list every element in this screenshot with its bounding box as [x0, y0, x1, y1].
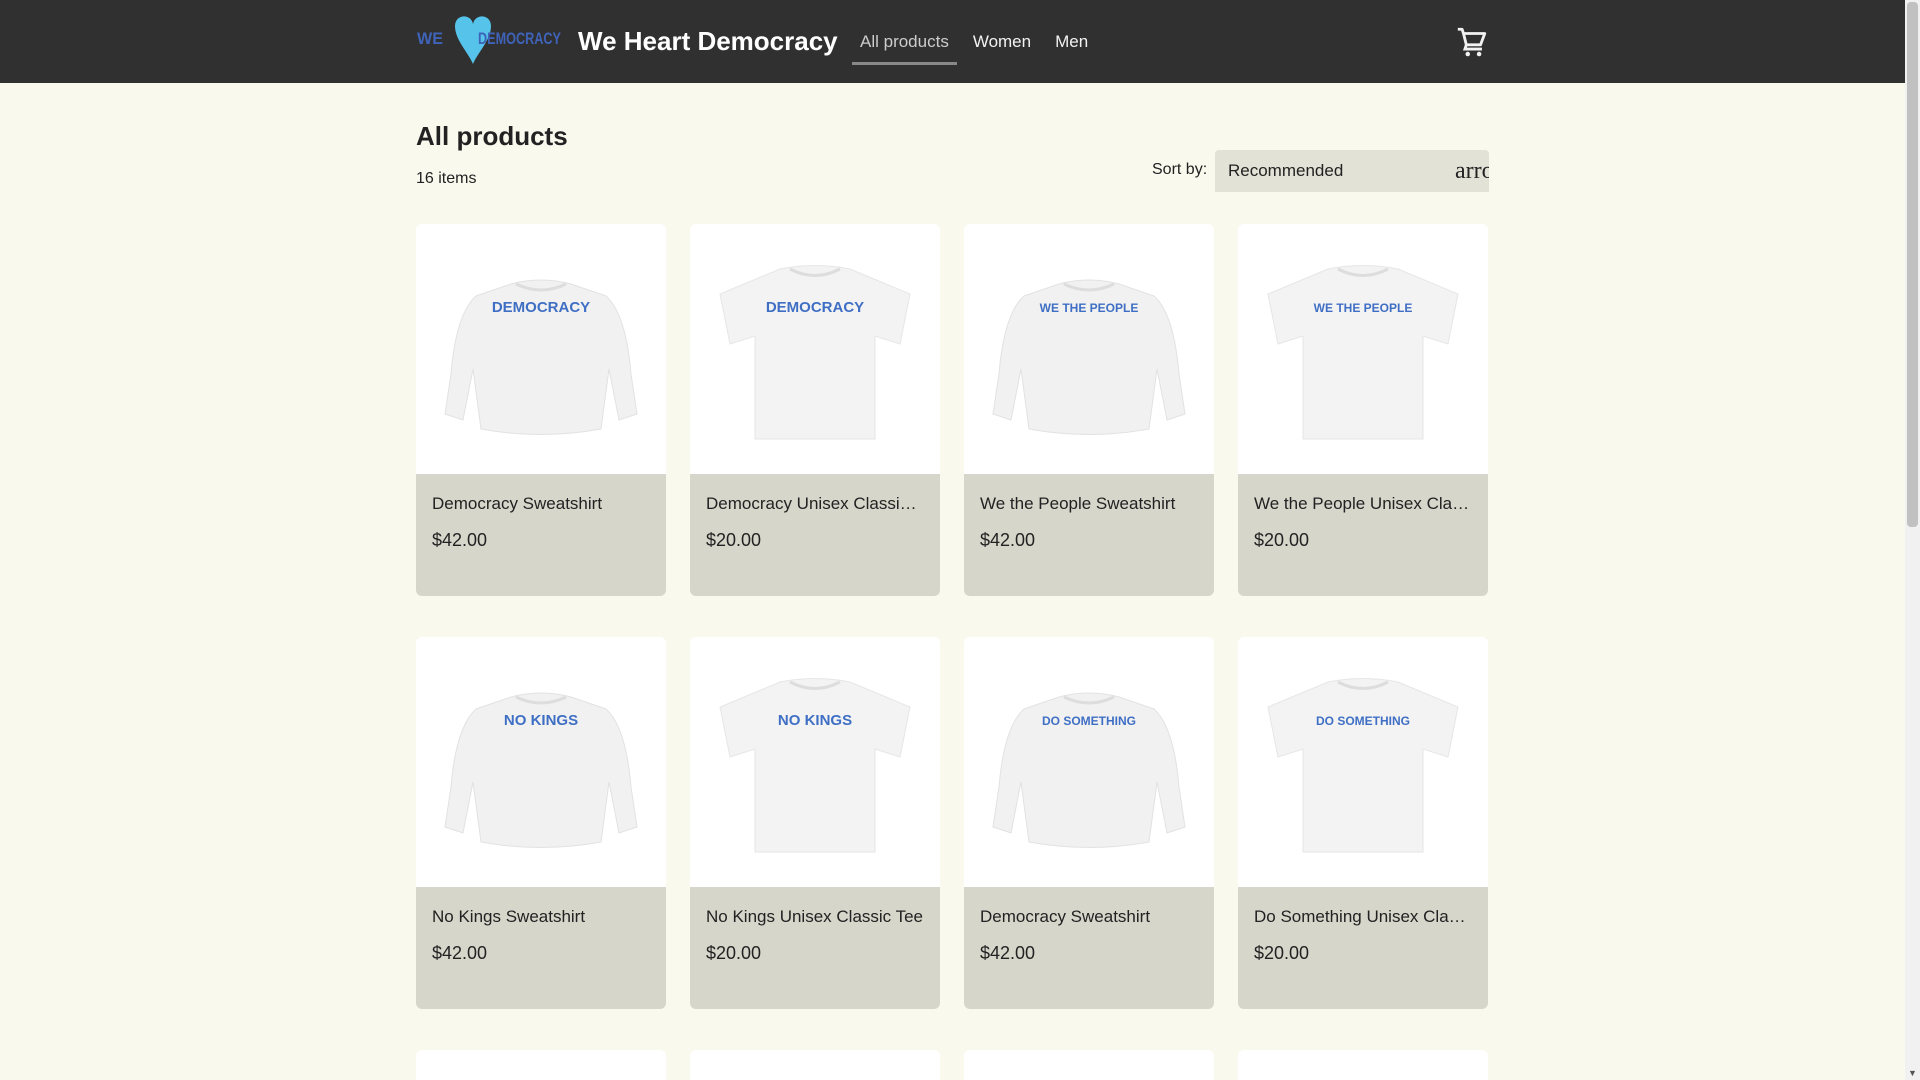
product-name[interactable]: We the People Sweatshirt [980, 494, 1198, 514]
scrollbar-thumb[interactable] [1907, 2, 1918, 527]
site-header: WE DEMOCRACY We Heart Democracy All prod… [0, 0, 1905, 83]
product-print-text: NO KINGS [504, 712, 578, 729]
product-info: No Kings Sweatshirt $42.00 [416, 887, 666, 1009]
nav-men[interactable]: Men [1047, 28, 1096, 65]
shopping-cart-icon[interactable] [1455, 25, 1489, 59]
product-image[interactable]: DEMOCRACY [416, 224, 666, 474]
logo-text-right: DEMOCRACY [478, 29, 561, 48]
product-card[interactable] [1238, 1050, 1488, 1080]
product-image[interactable]: WE THE PEOPLE [964, 224, 1214, 474]
product-card[interactable] [690, 1050, 940, 1080]
product-price: $42.00 [980, 530, 1036, 550]
product-info: Do Something Unisex Classic Tee $20.00 [1238, 887, 1488, 1009]
scroll-down-arrow[interactable]: ▼ [1908, 1068, 1917, 1078]
main-nav: All products Women Men [852, 28, 1104, 65]
product-card[interactable]: DO SOMETHING Democracy Sweatshirt $42.00 [964, 637, 1214, 1009]
product-price: $42.00 [432, 530, 488, 550]
product-name[interactable]: Democracy Unisex Classic Tee [706, 494, 924, 514]
product-card[interactable] [964, 1050, 1214, 1080]
product-price: $42.00 [432, 943, 488, 963]
logo[interactable]: WE DEMOCRACY [416, 16, 562, 66]
product-print-text: DEMOCRACY [492, 299, 590, 316]
brand-name[interactable]: We Heart Democracy [578, 26, 838, 57]
product-grid: DEMOCRACY Democracy Sweatshirt $42.00 DEMO… [416, 224, 1490, 1080]
product-info: Democracy Sweatshirt $42.00 [964, 887, 1214, 1009]
product-name[interactable]: We the People Unisex Classic Tee [1254, 494, 1472, 514]
product-price: $20.00 [706, 530, 762, 550]
product-name[interactable]: No Kings Sweatshirt [432, 907, 650, 927]
product-name[interactable]: Do Something Unisex Classic Tee [1254, 907, 1472, 927]
product-info: We the People Sweatshirt $42.00 [964, 474, 1214, 596]
product-info: Democracy Unisex Classic Tee $20.00 [690, 474, 940, 596]
product-print-text: DO SOMETHING [1042, 714, 1136, 728]
product-price: $42.00 [980, 943, 1036, 963]
product-info: No Kings Unisex Classic Tee $20.00 [690, 887, 940, 1009]
logo-text-left: WE [417, 29, 443, 48]
sort-select[interactable]: Recommended arrow_drop_down [1215, 150, 1489, 192]
sort-value: Recommended [1228, 161, 1344, 180]
product-price: $20.00 [1254, 530, 1310, 550]
product-image[interactable]: DO SOMETHING [1238, 637, 1488, 887]
product-card[interactable]: NO KINGS No Kings Unisex Classic Tee $20.… [690, 637, 940, 1009]
product-info: We the People Unisex Classic Tee $20.00 [1238, 474, 1488, 596]
product-image[interactable]: WE THE PEOPLE [1238, 224, 1488, 474]
product-card[interactable]: NO KINGS No Kings Sweatshirt $42.00 [416, 637, 666, 1009]
item-count: 16 items [416, 170, 477, 187]
product-print-text: WE THE PEOPLE [1040, 301, 1139, 315]
product-card[interactable] [416, 1050, 666, 1080]
product-card[interactable]: WE THE PEOPLE We the People Sweatshirt $4… [964, 224, 1214, 596]
product-print-text: DEMOCRACY [766, 299, 864, 316]
product-print-text: WE THE PEOPLE [1314, 301, 1413, 315]
product-name[interactable]: Democracy Sweatshirt [432, 494, 650, 514]
page-title: All products [416, 121, 568, 151]
product-name[interactable]: No Kings Unisex Classic Tee [706, 907, 924, 927]
product-price: $20.00 [1254, 943, 1310, 963]
nav-women[interactable]: Women [965, 28, 1039, 65]
scrollbar[interactable]: ▼ [1905, 0, 1920, 1080]
product-name[interactable]: Democracy Sweatshirt [980, 907, 1198, 927]
product-image[interactable]: DEMOCRACY [690, 224, 940, 474]
product-info: Democracy Sweatshirt $42.00 [416, 474, 666, 596]
product-image[interactable]: NO KINGS [690, 637, 940, 887]
product-image[interactable]: NO KINGS [416, 637, 666, 887]
product-print-text: DO SOMETHING [1316, 714, 1410, 728]
sort-label: Sort by: [1152, 161, 1208, 178]
product-card[interactable]: DO SOMETHING Do Something Unisex Classic… [1238, 637, 1488, 1009]
product-card[interactable]: DEMOCRACY Democracy Unisex Classic Tee $2… [690, 224, 940, 596]
product-print-text: NO KINGS [778, 712, 852, 729]
product-image[interactable]: DO SOMETHING [964, 637, 1214, 887]
nav-all-products[interactable]: All products [852, 28, 957, 65]
product-price: $20.00 [706, 943, 762, 963]
product-card[interactable]: DEMOCRACY Democracy Sweatshirt $42.00 [416, 224, 666, 596]
product-card[interactable]: WE THE PEOPLE We the People Unisex Class… [1238, 224, 1488, 596]
arrow-drop-down-icon: arrow_drop_down [1455, 158, 1489, 184]
